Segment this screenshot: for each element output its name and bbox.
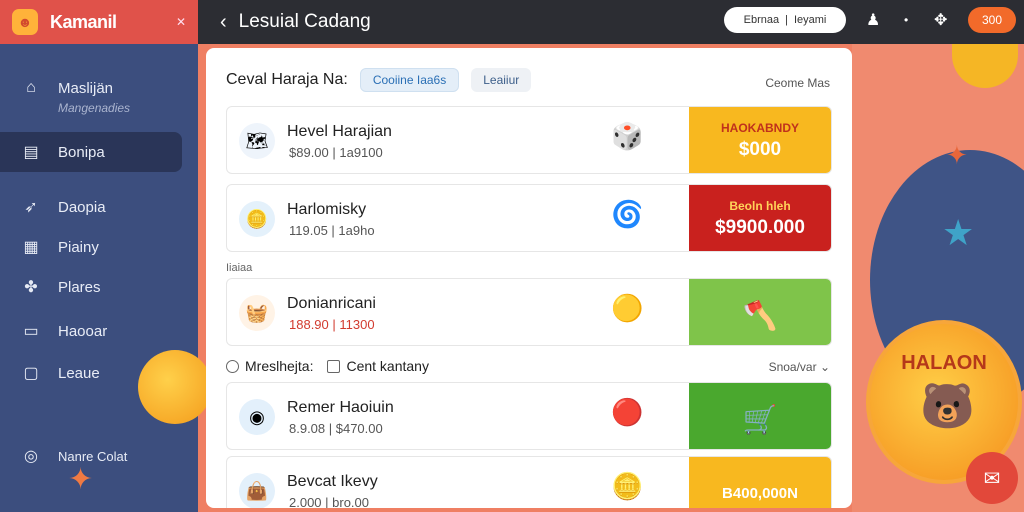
search-left-label: Ebrnaa xyxy=(743,14,780,26)
basket-icon: 🧺 xyxy=(239,295,275,331)
brand-bar[interactable]: ☻ Kamanil ✕ xyxy=(0,0,198,44)
coin-balance-badge[interactable]: 300 xyxy=(968,7,1016,33)
chat-icon: ▢ xyxy=(23,365,39,382)
sidebar-item-label: Plares xyxy=(58,278,101,296)
bear-mascot-icon: 🐻 xyxy=(920,382,975,431)
sidebar-item-home[interactable]: ⌂ Maslijän xyxy=(0,76,182,100)
promo-banner[interactable]: B400,000N xyxy=(689,457,831,508)
search-right-label: Ieyami xyxy=(793,14,827,26)
item-name: Harlomisky xyxy=(287,201,367,218)
sidebar-item-sublabel: Mangenadies xyxy=(58,101,131,115)
item-meta: 2.000 | bro.00 xyxy=(289,495,369,508)
sort-dropdown[interactable]: Snoa/var ⌄ xyxy=(769,360,830,374)
orange-coin-decoration xyxy=(138,350,212,424)
item-name: Bevcat Ikevy xyxy=(287,473,378,490)
panel-title: Ceval Haraja Na: xyxy=(226,71,348,88)
section-label: Iiaiaa xyxy=(226,262,253,274)
user-icon[interactable]: ♟ xyxy=(866,10,880,30)
promo-banner[interactable]: 🛒 xyxy=(689,383,831,449)
circle-info-icon: ◎ xyxy=(24,448,38,465)
radio-button[interactable] xyxy=(226,359,239,373)
promo-banner[interactable]: 🪓 xyxy=(689,279,831,345)
gift-fab-button[interactable]: ✉ xyxy=(966,452,1018,504)
panel-header: Ceval Haraja Na: Cooiine Iaa6s Leaiiur xyxy=(226,68,543,92)
sidebar-item-label: Bonipa xyxy=(58,143,105,161)
card-icon: ▭ xyxy=(23,323,39,340)
bag-icon: 👜 xyxy=(239,473,275,508)
list-item[interactable]: 👜 Bevcat Ikevy 2.000 | bro.00 🪙 B400,000… xyxy=(226,456,832,508)
cart-icon: 🛒 xyxy=(742,403,778,435)
promo-banner[interactable]: Beoln hleh $9900.000 xyxy=(689,185,831,251)
coin-icon: 🪙 xyxy=(239,201,275,237)
sidebar-item-label: Daopia xyxy=(58,198,106,216)
store-icon: ▦ xyxy=(23,239,39,256)
gift-icon: ▤ xyxy=(23,144,39,161)
list-item[interactable]: 🪙 Harlomisky 119.05 | 1a9ho 🌀 Beoln hleh… xyxy=(226,184,832,252)
dice-icon: 🎲 xyxy=(611,121,644,151)
fan-icon: 🌀 xyxy=(611,199,644,229)
gamepad-icon[interactable]: ✥ xyxy=(934,10,947,30)
app-name: Kamanil xyxy=(50,11,117,32)
checkbox[interactable] xyxy=(327,359,341,373)
rocket-icon: ➶ xyxy=(24,199,38,216)
app-logo-icon: ☻ xyxy=(12,9,38,35)
coin-stack-icon: 🪙 xyxy=(611,471,644,501)
divider: | xyxy=(785,14,788,26)
filter-label: Mreslhejta: xyxy=(245,358,314,374)
promo-title: HAOKABNDY xyxy=(721,121,799,135)
item-meta: $89.00 | 1a9100 xyxy=(289,145,383,160)
chevron-down-icon: ⌄ xyxy=(819,360,830,374)
list-item[interactable]: ◉ Remer Haoiuin 8.9.08 | $470.00 🔴 🛒 xyxy=(226,382,832,450)
sidebar-item-store[interactable]: ▦ Piainy xyxy=(0,235,182,259)
promo-title: B400,000N xyxy=(722,484,798,502)
settings-dot-icon[interactable]: • xyxy=(904,13,908,27)
filter-chip-primary[interactable]: Cooiine Iaa6s xyxy=(359,68,460,92)
promo-banner[interactable]: HAOKABNDY $000 xyxy=(689,107,831,173)
item-name: Hevel Harajian xyxy=(287,123,392,140)
sidebar-item-label: Leaue xyxy=(58,364,100,382)
puzzle-icon: ✤ xyxy=(24,279,38,296)
list-item[interactable]: 🗺 Hevel Harajian $89.00 | 1a9100 🎲 HAOKA… xyxy=(226,106,832,174)
sidebar-item-label: Maslijän xyxy=(58,79,114,97)
sidebar-item-games[interactable]: ✤ Plares xyxy=(0,275,182,299)
back-arrow-icon[interactable]: ‹ xyxy=(220,11,227,34)
item-name: Remer Haoiuin xyxy=(287,399,394,416)
main-panel: Ceval Haraja Na: Cooiine Iaa6s Leaiiur C… xyxy=(206,48,852,508)
filter-row: Mreslhejta: Cent kantany xyxy=(226,358,429,374)
see-more-link[interactable]: Ceome Mas xyxy=(765,76,830,90)
gift-icon: ✉ xyxy=(983,467,1001,490)
page-title: Lesuial Cadang xyxy=(238,11,371,32)
axe-icon: 🪓 xyxy=(742,299,778,331)
star-icon: ✦ xyxy=(946,140,968,170)
item-meta: 8.9.08 | $470.00 xyxy=(289,421,383,436)
sort-label: Snoa/var xyxy=(768,360,817,374)
search-toggle[interactable]: Ebrnaa | Ieyami xyxy=(724,7,846,33)
top-bar: ‹ Lesuial Cadang Ebrnaa | Ieyami ♟ • ✥ 3… xyxy=(198,0,1024,44)
sidebar-item-label: Haooar xyxy=(58,322,108,340)
star-icon: ★ xyxy=(942,212,975,253)
item-meta: 188.90 | 11300 xyxy=(289,317,375,332)
sidebar: ☻ Kamanil ✕ ⌂ Maslijän Mangenadies ▤ Bon… xyxy=(0,0,212,512)
sidebar-item-bonus[interactable]: ▤ Bonipa xyxy=(0,132,182,172)
filter-label: Cent kantany xyxy=(346,358,429,374)
item-meta: 119.05 | 1a9ho xyxy=(289,223,375,238)
promo-value: $000 xyxy=(738,139,782,160)
list-item[interactable]: 🧺 Donianricani 188.90 | 11300 🟡 🪓 xyxy=(226,278,832,346)
collapse-icon[interactable]: ✕ xyxy=(176,15,186,29)
promo-value: $9900.000 xyxy=(715,217,805,238)
target-icon: ◉ xyxy=(239,399,275,435)
badge-title: HALAON xyxy=(901,352,987,374)
coins-icon: 🟡 xyxy=(611,293,644,323)
promo-title: Beoln hleh xyxy=(729,199,791,213)
filter-chip-secondary[interactable]: Leaiiur xyxy=(471,68,532,92)
home-icon: ⌂ xyxy=(26,79,36,96)
sidebar-item-history[interactable]: ▭ Haooar xyxy=(0,319,182,343)
item-name: Donianricani xyxy=(287,295,376,312)
star-icon: ✦ xyxy=(68,463,94,496)
sidebar-item-explore[interactable]: ➶ Daopia xyxy=(0,195,182,219)
map-icon: 🗺 xyxy=(239,123,275,159)
sidebar-item-label: Piainy xyxy=(58,238,99,256)
cannon-icon: 🔴 xyxy=(611,397,644,427)
